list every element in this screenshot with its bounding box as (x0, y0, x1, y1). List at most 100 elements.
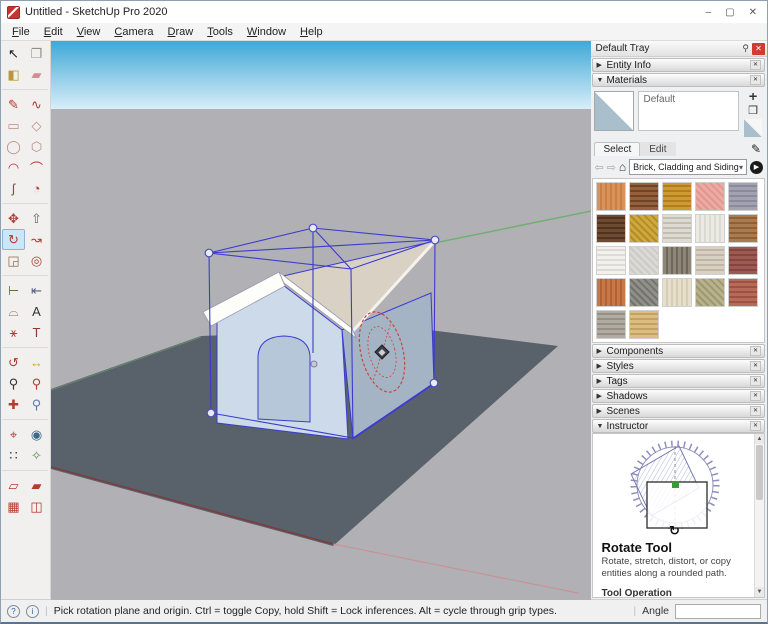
material-swatch-tan-brick[interactable] (695, 246, 725, 275)
eraser-tool[interactable]: ▰ (25, 64, 48, 85)
back-arrow-icon[interactable]: ⇦ (594, 161, 603, 174)
section-close-icon[interactable]: ✕ (750, 421, 761, 431)
pan-tool[interactable]: ↔ (25, 352, 48, 373)
section-styles[interactable]: ▶Styles✕ (592, 359, 765, 373)
section-shadows[interactable]: ▶Shadows✕ (592, 389, 765, 403)
menu-tools[interactable]: Tools (200, 25, 240, 39)
tray-close-icon[interactable]: ✕ (752, 43, 765, 55)
tab-select[interactable]: Select (594, 142, 640, 156)
section-close-icon[interactable]: ✕ (750, 391, 761, 401)
pin-icon[interactable]: ⚲ (742, 43, 749, 54)
material-swatch-orange-vertical-siding[interactable] (596, 182, 626, 211)
material-swatch-pale-plaster[interactable] (695, 214, 725, 243)
default-material-swatch[interactable] (744, 119, 762, 137)
arc-tool[interactable]: ◠ (2, 157, 25, 178)
polygon-tool[interactable]: ⬡ (25, 136, 48, 157)
material-swatch-pink-stucco[interactable] (695, 182, 725, 211)
two-point-arc-tool[interactable]: ⌒ (25, 157, 48, 178)
scroll-down-icon[interactable]: ▼ (755, 587, 764, 597)
material-swatch-red-rough-brick[interactable] (728, 278, 758, 307)
tab-edit[interactable]: Edit (640, 142, 675, 156)
section-plane-tool[interactable]: ✧ (25, 445, 48, 466)
set-default-material-icon[interactable]: ❒ (748, 105, 758, 117)
material-swatch-terracotta-vertical[interactable] (596, 278, 626, 307)
display-section-cuts-toggle[interactable]: ▰ (25, 475, 48, 496)
move-tool[interactable]: ✥ (2, 208, 25, 229)
details-menu-icon[interactable]: ▶ (750, 161, 763, 174)
three-point-arc-tool[interactable]: ʃ (2, 178, 25, 199)
section-close-icon[interactable]: ✕ (750, 75, 761, 85)
section-close-icon[interactable]: ✕ (750, 346, 761, 356)
pie-tool[interactable]: ◔ (25, 178, 48, 199)
circle-tool[interactable]: ◯ (2, 136, 25, 157)
viewport-3d[interactable] (51, 41, 590, 599)
select-tool[interactable]: ↖ (2, 43, 25, 64)
offset-tool[interactable]: ◎ (25, 250, 48, 271)
instructor-scrollbar[interactable]: ▲ ▼ (754, 434, 764, 597)
material-swatch-white-painted-brick[interactable] (662, 214, 692, 243)
rotate-tool[interactable]: ↻ (2, 229, 25, 250)
material-swatch-gold-brick[interactable] (662, 182, 692, 211)
section-close-icon[interactable]: ✕ (750, 361, 761, 371)
material-swatch-brown-wood-planks[interactable] (728, 214, 758, 243)
zoom-tool[interactable]: ⚲ (2, 373, 25, 394)
material-swatch-white-siding[interactable] (596, 246, 626, 275)
3d-text-tool[interactable]: T (25, 322, 48, 343)
material-swatch-dark-brown-brick[interactable] (596, 214, 626, 243)
dimension-tool[interactable]: ⇤ (25, 280, 48, 301)
geolocation-icon[interactable]: ? (7, 605, 20, 618)
display-section-planes-toggle[interactable]: ▱ (2, 475, 25, 496)
material-swatch-rough-brick-brown[interactable] (629, 182, 659, 211)
menu-draw[interactable]: Draw (161, 25, 201, 39)
zoom-extents-tool[interactable]: ✚ (2, 394, 25, 415)
material-swatch-maroon-siding[interactable] (728, 246, 758, 275)
material-swatch-green-stone[interactable] (695, 278, 725, 307)
axes-tool[interactable]: ⚹ (2, 322, 25, 343)
follow-me-tool[interactable]: ↝ (25, 229, 48, 250)
menu-edit[interactable]: Edit (37, 25, 70, 39)
menu-help[interactable]: Help (293, 25, 330, 39)
display-section-fill-toggle[interactable]: ▦ (2, 496, 25, 517)
menu-view[interactable]: View (70, 25, 108, 39)
menu-file[interactable]: File (5, 25, 37, 39)
claim-info-icon[interactable]: i (26, 605, 39, 618)
material-swatch-gray-stone-block[interactable] (596, 310, 626, 339)
x-ray-mode-toggle[interactable]: ◫ (25, 496, 48, 517)
look-around-tool[interactable]: ◉ (25, 424, 48, 445)
section-materials[interactable]: ▼ Materials ✕ (592, 73, 765, 87)
material-name-field[interactable]: Default (638, 91, 739, 131)
menu-window[interactable]: Window (240, 25, 293, 39)
rectangle-tool[interactable]: ▭ (2, 115, 25, 136)
section-scenes[interactable]: ▶Scenes✕ (592, 404, 765, 418)
collection-dropdown[interactable]: Brick, Cladding and Siding ▾ (629, 159, 747, 175)
section-entity-info[interactable]: ▶ Entity Info ✕ (592, 58, 765, 72)
line-tool[interactable]: ✎ (2, 94, 25, 115)
material-swatch-yellow-mosaic-tile[interactable] (629, 214, 659, 243)
minimize-button[interactable]: – (706, 7, 712, 18)
section-instructor[interactable]: ▼ Instructor ✕ (592, 419, 765, 433)
create-material-icon[interactable]: 🞥 (749, 91, 757, 103)
zoom-previous-tool[interactable]: ⚲ (25, 394, 48, 415)
maximize-button[interactable]: ▢ (725, 7, 734, 18)
material-swatch-light-gray-stucco[interactable] (629, 246, 659, 275)
section-components[interactable]: ▶Components✕ (592, 344, 765, 358)
paint-bucket-tool[interactable]: ◧ (2, 64, 25, 85)
section-close-icon[interactable]: ✕ (750, 376, 761, 386)
make-component-tool[interactable]: ❐ (25, 43, 48, 64)
menu-camera[interactable]: Camera (107, 25, 160, 39)
zoom-window-tool[interactable]: ⚲ (25, 373, 48, 394)
forward-arrow-icon[interactable]: ⇨ (607, 161, 616, 174)
push-pull-tool[interactable]: ⇧ (25, 208, 48, 229)
measurement-input[interactable] (675, 604, 761, 619)
section-close-icon[interactable]: ✕ (750, 60, 761, 70)
material-swatch-gray-wood-vertical[interactable] (662, 246, 692, 275)
house-door-arch[interactable] (258, 336, 310, 422)
in-model-icon[interactable]: ⌂ (619, 160, 626, 174)
sample-paint-icon[interactable]: ✎ (751, 142, 761, 156)
tape-measure-tool[interactable]: ⊢ (2, 280, 25, 301)
material-swatch-gray-blue-brick[interactable] (728, 182, 758, 211)
section-tags[interactable]: ▶Tags✕ (592, 374, 765, 388)
section-close-icon[interactable]: ✕ (750, 406, 761, 416)
close-button[interactable]: ✕ (749, 7, 757, 18)
protractor-tool[interactable]: ⌓ (2, 301, 25, 322)
